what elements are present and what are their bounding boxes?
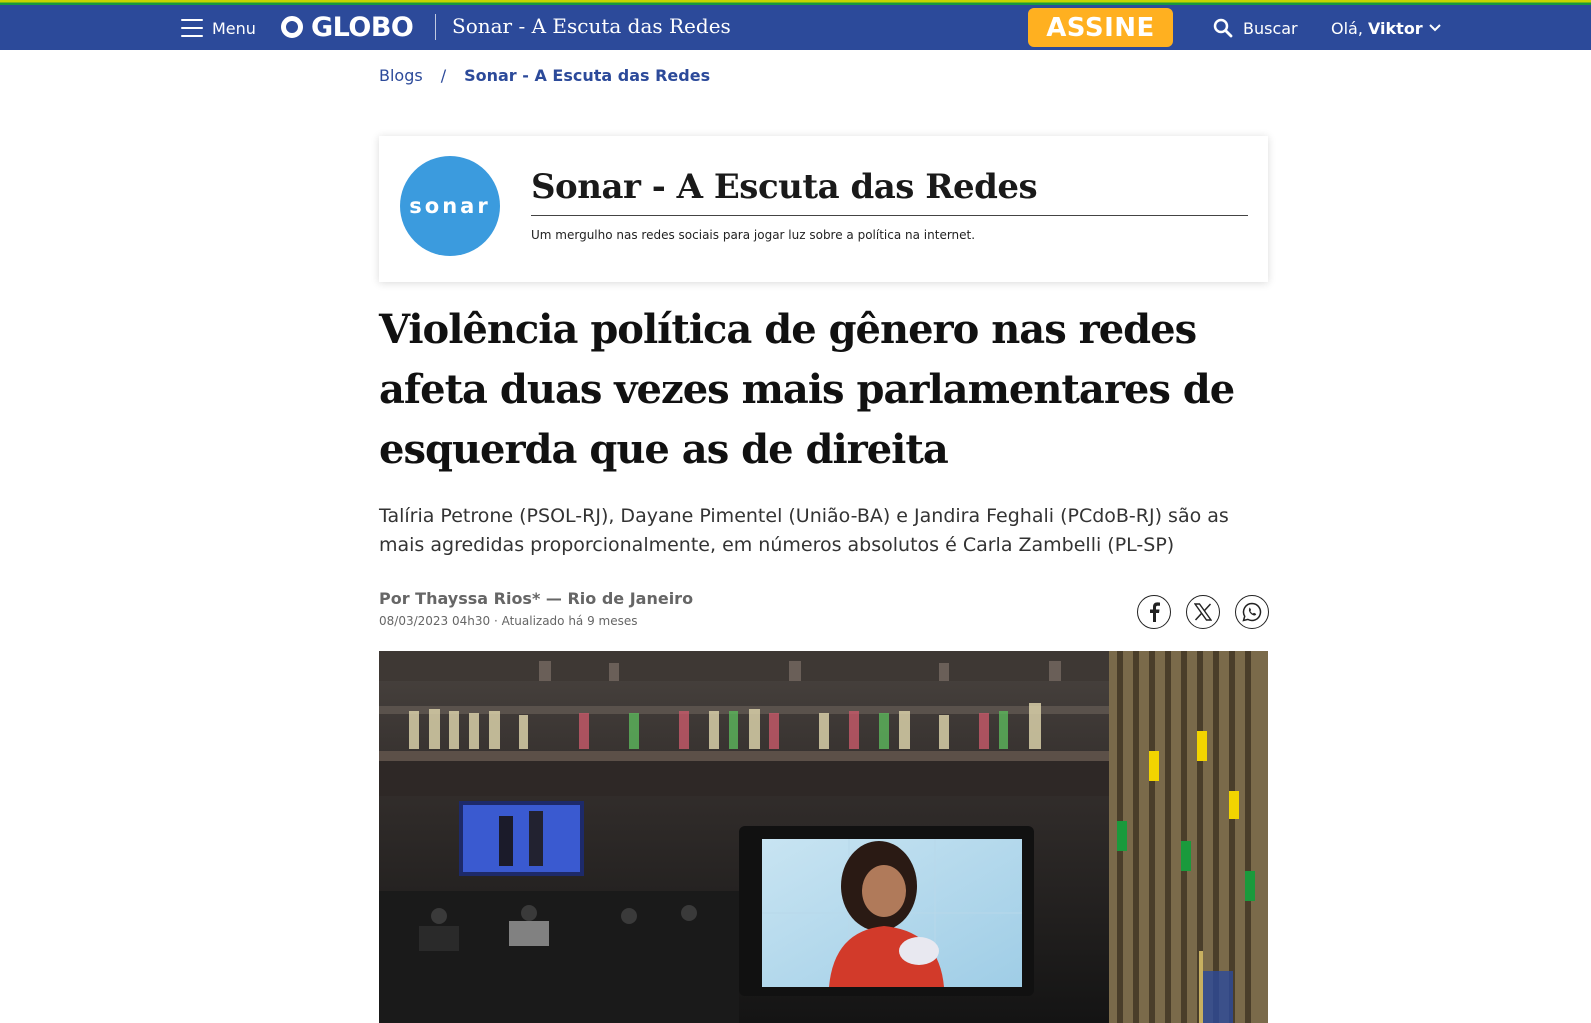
subscribe-button[interactable]: ASSINE <box>1028 8 1173 47</box>
share-facebook-button[interactable] <box>1137 595 1171 629</box>
article-headline: Violência política de gênero nas redes a… <box>379 306 1235 473</box>
user-menu-button[interactable]: Olá, Viktor <box>1331 15 1442 41</box>
facebook-icon <box>1150 602 1160 622</box>
logo-divider <box>435 14 436 40</box>
search-button[interactable]: Buscar <box>1213 15 1298 41</box>
x-icon <box>1194 603 1212 621</box>
search-label: Buscar <box>1243 18 1298 38</box>
header-blog-name[interactable]: Sonar - A Escuta das Redes <box>452 14 731 38</box>
blog-avatar-text: sonar <box>409 194 491 218</box>
article-subheadline: Talíria Petrone (PSOL-RJ), Dayane Piment… <box>379 505 1229 556</box>
article-byline: Por Thayssa Rios* — Rio de Janeiro <box>379 589 694 608</box>
search-icon <box>1213 18 1233 38</box>
blog-title-divider <box>531 215 1248 216</box>
blog-avatar[interactable]: sonar <box>400 156 500 256</box>
greeting-text: Olá, <box>1331 18 1363 38</box>
share-x-button[interactable] <box>1186 595 1220 629</box>
menu-button[interactable]: Menu <box>181 14 256 42</box>
o-globo-logo[interactable]: GLOBO <box>281 11 414 43</box>
share-whatsapp-button[interactable] <box>1235 595 1269 629</box>
site-header: Menu GLOBO Sonar - A Escuta das Redes AS… <box>0 5 1591 50</box>
breadcrumb-current-link[interactable]: Sonar - A Escuta das Redes <box>464 66 710 85</box>
article-dateline: 08/03/2023 04h30 · Atualizado há 9 meses <box>379 614 638 628</box>
chevron-down-icon <box>1428 24 1441 32</box>
menu-label: Menu <box>212 18 256 38</box>
blog-title[interactable]: Sonar - A Escuta das Redes <box>531 167 1038 207</box>
blog-header-card: sonar Sonar - A Escuta das Redes Um merg… <box>379 136 1268 282</box>
breadcrumb-blogs-link[interactable]: Blogs <box>379 66 423 85</box>
article-hero-image[interactable] <box>379 651 1268 1023</box>
blog-description: Um mergulho nas redes sociais para jogar… <box>531 228 976 242</box>
chamber-photo <box>379 651 1268 1023</box>
whatsapp-icon <box>1242 602 1262 622</box>
logo-o-mark <box>281 16 303 38</box>
user-name: Viktor <box>1367 18 1423 38</box>
hamburger-icon <box>181 19 203 37</box>
breadcrumb-separator: / <box>440 66 447 85</box>
breadcrumb: Blogs / Sonar - A Escuta das Redes <box>379 66 710 85</box>
logo-text: GLOBO <box>311 11 414 43</box>
